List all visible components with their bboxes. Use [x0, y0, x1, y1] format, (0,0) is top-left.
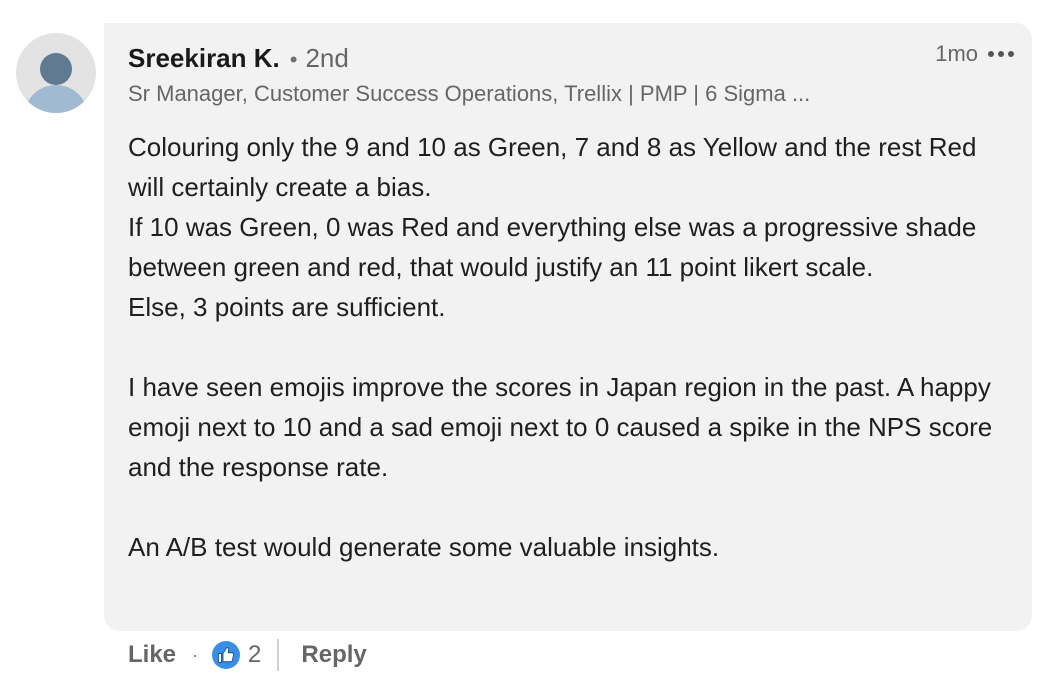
reply-button[interactable]: Reply [301, 641, 366, 669]
more-options-icon[interactable] [988, 47, 1014, 61]
comment-text: Colouring only the 9 and 10 as Green, 7 … [128, 127, 1018, 567]
comment-paragraph: Colouring only the 9 and 10 as Green, 7 … [128, 132, 977, 202]
comment-paragraph: If 10 was Green, 0 was Red and everythin… [128, 212, 977, 282]
connection-degree: 2nd [305, 43, 349, 73]
comment-paragraph: An A/B test would generate some valuable… [128, 532, 720, 562]
action-separator: · [192, 644, 199, 665]
avatar[interactable] [16, 33, 96, 113]
author-headline: Sr Manager, Customer Success Operations,… [128, 81, 811, 106]
author-row: Sreekiran K. • 2nd [128, 43, 349, 74]
author-name[interactable]: Sreekiran K. [128, 43, 280, 74]
timestamp: 1mo [935, 41, 978, 66]
actions-divider [277, 639, 280, 671]
comment-actions: Like · 2 Reply [128, 636, 367, 674]
avatar-head-shape [40, 53, 72, 85]
degree-separator: • [289, 47, 298, 72]
comment-page: Sreekiran K. • 2nd 1mo Sr Manager, Custo… [0, 0, 1058, 684]
thumbs-up-icon[interactable] [212, 641, 241, 669]
reaction-count[interactable]: 2 [248, 641, 261, 669]
like-button[interactable]: Like [128, 641, 176, 669]
comment-paragraph: I have seen emojis improve the scores in… [128, 372, 993, 482]
avatar-body-shape [24, 85, 88, 113]
comment-bubble: Sreekiran K. • 2nd 1mo Sr Manager, Custo… [104, 23, 1032, 631]
comment-paragraph: Else, 3 points are sufficient. [128, 292, 446, 322]
comment-meta: 1mo [935, 41, 1014, 67]
